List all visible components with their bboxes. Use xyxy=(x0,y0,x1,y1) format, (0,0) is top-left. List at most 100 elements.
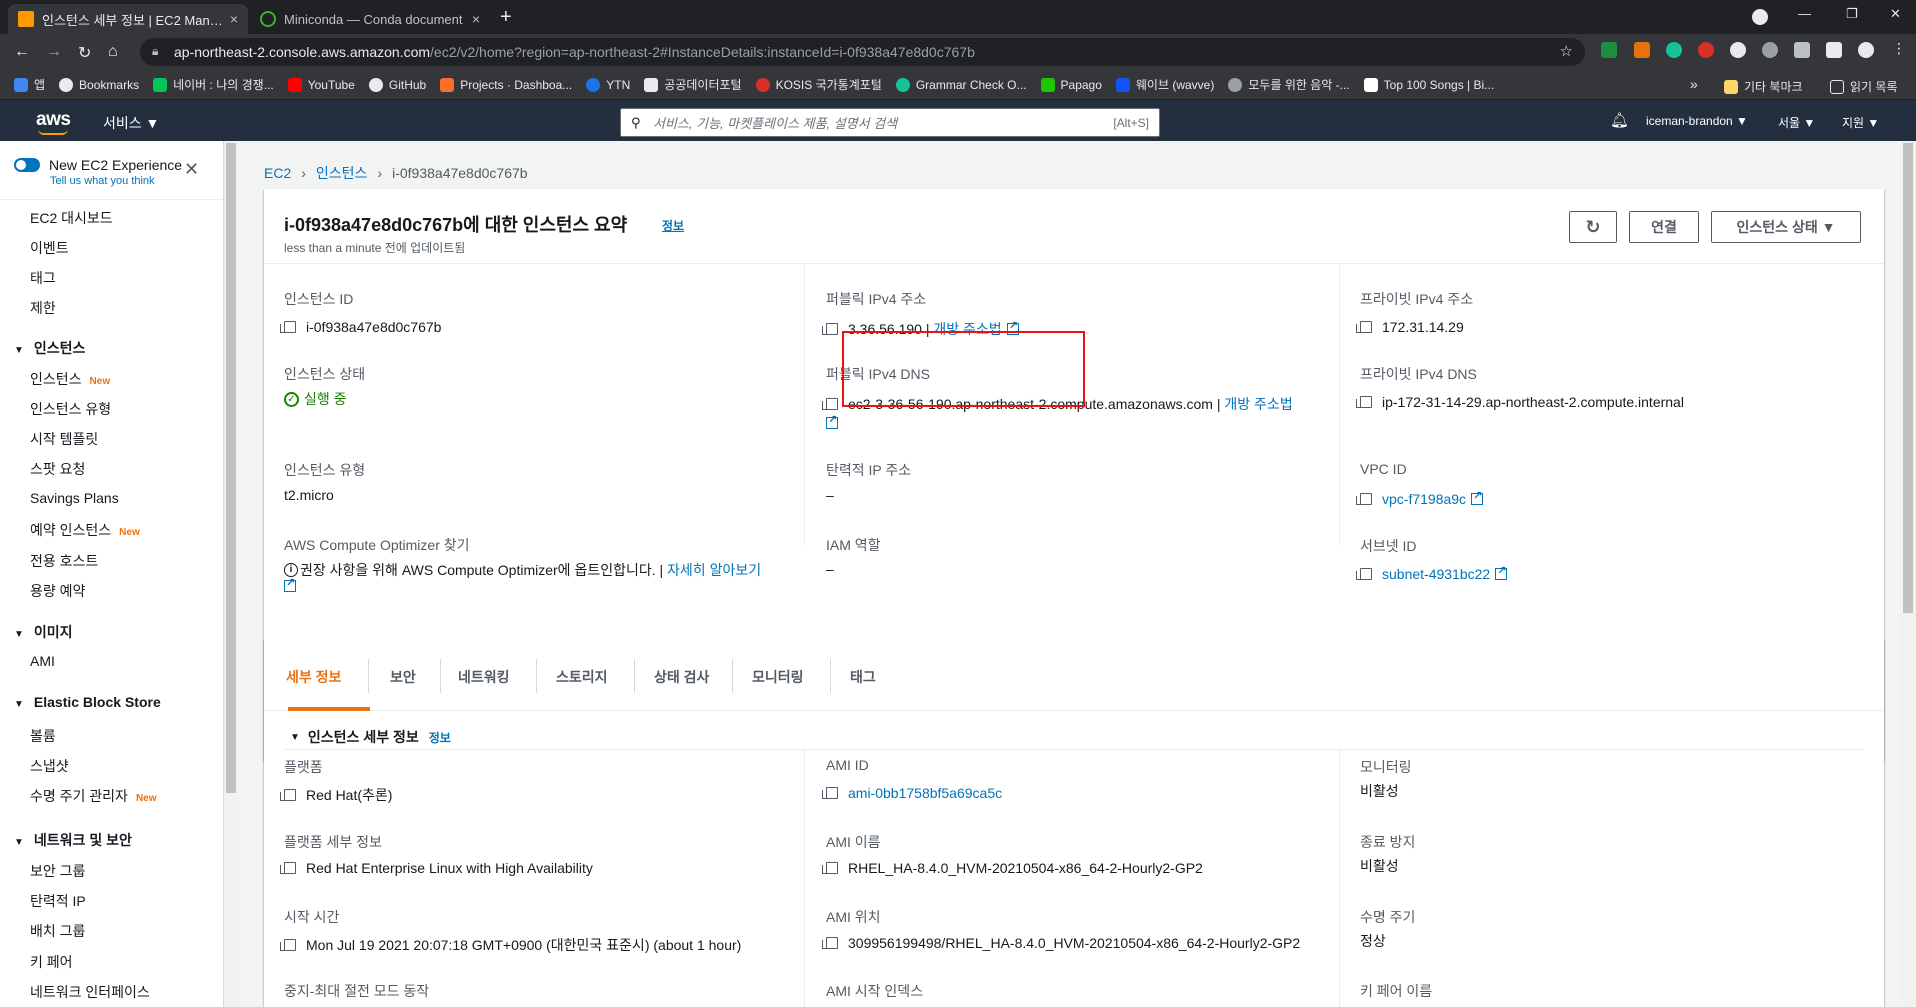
sidebar-item-spot-requests[interactable]: 스팟 요청 xyxy=(30,459,85,479)
tab-tags[interactable]: 태그 xyxy=(850,667,876,687)
service-search-input[interactable]: ⚲ 서비스, 기능, 마켓플레이스 제품, 설명서 검색 [Alt+S] xyxy=(620,108,1160,137)
profile-menu-icon[interactable] xyxy=(1752,9,1768,25)
extension-icon[interactable] xyxy=(1634,42,1650,58)
refresh-button[interactable]: ↻ xyxy=(1569,211,1617,243)
aws-logo[interactable]: aws xyxy=(36,109,71,135)
extension-icon[interactable] xyxy=(1601,42,1617,58)
account-menu[interactable]: iceman-brandon ▼ xyxy=(1646,114,1748,128)
tab-miniconda[interactable]: Miniconda — Conda document × xyxy=(250,4,490,34)
open-address-link[interactable]: 개방 주소법 xyxy=(1224,394,1292,414)
tab-close-icon[interactable]: × xyxy=(472,11,480,27)
tab-close-icon[interactable]: × xyxy=(230,11,238,27)
tab-details[interactable]: 세부 정보 xyxy=(286,667,341,687)
copy-icon[interactable] xyxy=(822,787,838,799)
close-window-button[interactable]: ✕ xyxy=(1890,6,1901,22)
bookmark-item[interactable]: YouTube xyxy=(287,77,355,92)
grammarly-icon[interactable] xyxy=(1666,42,1682,58)
sidebar-item-lifecycle-manager[interactable]: 수명 주기 관리자 New xyxy=(30,786,157,806)
reload-icon[interactable]: ↻ xyxy=(78,43,91,63)
sidebar-item-events[interactable]: 이벤트 xyxy=(30,238,69,258)
sidebar-section-images[interactable]: ▼ 이미지 xyxy=(14,622,73,642)
tab-storage[interactable]: 스토리지 xyxy=(556,667,608,687)
copy-icon[interactable] xyxy=(822,937,838,949)
copy-icon[interactable] xyxy=(280,862,296,874)
external-link-icon[interactable] xyxy=(1495,564,1508,580)
breadcrumb-instances[interactable]: 인스턴스 xyxy=(316,165,368,181)
external-link-icon[interactable] xyxy=(826,413,838,429)
bookmark-apps[interactable]: 앱 xyxy=(14,76,45,93)
sidebar-section-instances[interactable]: ▼ 인스턴스 xyxy=(14,338,85,358)
copy-icon[interactable] xyxy=(280,939,296,951)
bookmark-item[interactable]: YTN xyxy=(586,77,630,92)
bookmark-star-icon[interactable]: ☆ xyxy=(1560,42,1573,60)
sidebar-item-elastic-ips[interactable]: 탄력적 IP xyxy=(30,891,86,911)
other-bookmarks[interactable]: 기타 북마크 xyxy=(1724,78,1803,95)
restore-button[interactable]: ❐ xyxy=(1846,6,1858,22)
region-menu[interactable]: 서울 ▼ xyxy=(1778,114,1815,131)
puzzle-icon[interactable] xyxy=(1826,42,1842,58)
profile-avatar-icon[interactable] xyxy=(1858,42,1874,58)
minimize-button[interactable]: — xyxy=(1798,6,1811,21)
scrollbar-thumb[interactable] xyxy=(1903,143,1913,613)
sidebar-item-network-interfaces[interactable]: 네트워크 인터페이스 xyxy=(30,982,150,1002)
bookmark-item[interactable]: Projects · Dashboa... xyxy=(440,77,572,92)
instance-state-button[interactable]: 인스턴스 상태 ▼ xyxy=(1711,211,1861,243)
sidebar-item-savings-plans[interactable]: Savings Plans xyxy=(30,490,119,506)
copy-icon[interactable] xyxy=(280,321,296,333)
copy-icon[interactable] xyxy=(1356,396,1372,408)
new-experience-toggle[interactable] xyxy=(14,158,40,172)
bookmark-item[interactable]: KOSIS 국가통계포털 xyxy=(755,76,882,93)
info-link[interactable]: 정보 xyxy=(662,217,684,234)
sidebar-item-dashboard[interactable]: EC2 대시보드 xyxy=(30,208,113,228)
back-icon[interactable]: ← xyxy=(14,43,30,61)
tab-status-checks[interactable]: 상태 검사 xyxy=(654,667,709,687)
ami-id-link[interactable]: ami-0bb1758bf5a69ca5c xyxy=(848,785,1002,801)
sidebar-item-placement-groups[interactable]: 배치 그룹 xyxy=(30,921,85,941)
feedback-link[interactable]: Tell us what you think xyxy=(50,175,155,187)
new-tab-button[interactable]: + xyxy=(500,6,512,29)
extension-icon[interactable] xyxy=(1730,42,1746,58)
sidebar-item-snapshots[interactable]: 스냅샷 xyxy=(30,756,69,776)
bookmark-item[interactable]: Grammar Check O... xyxy=(895,77,1027,92)
bookmark-item[interactable]: Top 100 Songs | Bi... xyxy=(1363,77,1494,92)
sidebar-item-tags[interactable]: 태그 xyxy=(30,268,56,288)
notifications-bell-icon[interactable]: 🔔︎ xyxy=(1610,111,1629,129)
vpc-link[interactable]: vpc-f7198a9c xyxy=(1382,491,1466,507)
sidebar-item-launch-templates[interactable]: 시작 템플릿 xyxy=(30,429,98,449)
bookmark-item[interactable]: Bookmarks xyxy=(59,77,139,92)
sidebar-item-instances[interactable]: 인스턴스 New xyxy=(30,369,110,389)
reading-list[interactable]: 읽기 목록 xyxy=(1830,78,1898,95)
sidebar-item-security-groups[interactable]: 보안 그룹 xyxy=(30,861,85,881)
copy-icon[interactable] xyxy=(1356,568,1372,580)
scrollbar-thumb[interactable] xyxy=(226,143,236,793)
subnet-link[interactable]: subnet-4931bc22 xyxy=(1382,566,1490,582)
copy-icon[interactable] xyxy=(1356,321,1372,333)
tab-security[interactable]: 보안 xyxy=(390,667,416,687)
sidebar-scrollbar[interactable] xyxy=(224,141,238,1007)
address-bar[interactable]: 🔒︎ ap-northeast-2.console.aws.amazon.com… xyxy=(140,38,1585,66)
support-menu[interactable]: 지원 ▼ xyxy=(1842,114,1879,131)
bookmark-item[interactable]: 네이버 : 나의 경쟁... xyxy=(153,76,274,93)
sidebar-item-capacity-reservations[interactable]: 용량 예약 xyxy=(30,581,85,601)
bookmark-item[interactable]: 모두를 위한 음악 -... xyxy=(1228,76,1350,93)
info-link[interactable]: 정보 xyxy=(429,729,451,746)
external-link-icon[interactable] xyxy=(1471,489,1484,505)
bookmark-item[interactable]: 공공데이터포털 xyxy=(644,76,742,93)
copy-icon[interactable] xyxy=(1356,493,1372,505)
copy-icon[interactable] xyxy=(822,323,838,335)
sidebar-item-reserved-instances[interactable]: 예약 인스턴스 New xyxy=(30,520,140,540)
close-icon[interactable]: ✕ xyxy=(184,159,199,180)
forward-icon[interactable]: → xyxy=(46,43,62,61)
copy-icon[interactable] xyxy=(280,789,296,801)
sidebar-item-limits[interactable]: 제한 xyxy=(30,298,56,318)
breadcrumb-ec2[interactable]: EC2 xyxy=(264,165,291,181)
bookmark-item[interactable]: 웨이브 (wavve) xyxy=(1115,76,1214,93)
extension-icon[interactable] xyxy=(1698,42,1714,58)
sidebar-item-instance-types[interactable]: 인스턴스 유형 xyxy=(30,399,111,419)
sidebar-item-key-pairs[interactable]: 키 페어 xyxy=(30,952,73,972)
sidebar-section-ebs[interactable]: ▼ Elastic Block Store xyxy=(14,694,161,710)
sidebar-item-volumes[interactable]: 볼륨 xyxy=(30,726,56,746)
section-header[interactable]: ▼ 인스턴스 세부 정보 정보 xyxy=(290,727,451,747)
connect-button[interactable]: 연결 xyxy=(1629,211,1699,243)
tab-networking[interactable]: 네트워킹 xyxy=(458,667,510,687)
